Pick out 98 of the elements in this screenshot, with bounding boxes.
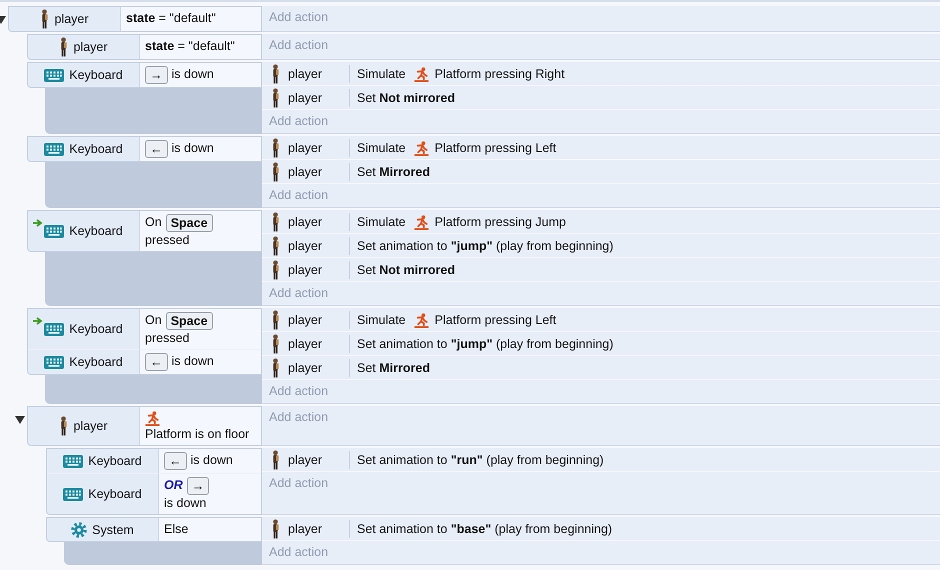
figure-icon [271,138,280,158]
action-text: Set animation to "jump" (play from beginning) [357,336,614,350]
action-text: Simulate [357,66,406,80]
action-text: Simulate [357,140,406,154]
action-text: Simulate [357,214,406,228]
condition-text: On [145,312,162,328]
figure-icon [271,450,280,470]
or-label: OR [164,478,183,492]
figure-icon [271,162,280,182]
action-text: Set animation to "base" (play from beginning) [357,522,612,536]
object-name: player [288,312,322,326]
condition-block[interactable]: Keyboard ← is down [27,136,262,162]
figure-icon [271,358,280,378]
keyboard-icon [63,488,84,500]
key-label: ← [145,140,168,158]
condition-text: pressed [145,330,190,346]
condition-block[interactable]: player state = "default" [8,6,262,32]
object-name: player [288,214,322,228]
key-label: ← [164,452,186,470]
figure-icon [59,416,68,436]
action-text: Platform pressing Right [434,66,565,80]
condition-block[interactable]: System Else [46,517,262,542]
action-text: Set animation to "jump" (play from beginning) [357,238,614,252]
keyboard-icon [63,454,84,468]
condition-text: state = "default" [126,10,216,26]
action-text: Set Not mirrored [357,90,455,104]
object-name: player [73,40,108,54]
object-name: Keyboard [69,142,123,156]
condition-block[interactable]: Keyboard → is down [27,62,262,88]
object-name: Keyboard [88,454,142,468]
figure-icon [271,236,280,256]
key-label: Space [166,214,213,232]
object-name: player [288,164,322,178]
figure-icon [271,260,280,280]
figure-icon [271,334,280,354]
object-name: Keyboard [69,355,123,369]
condition-text: Platform is on floor [145,426,250,442]
figure-icon [59,37,68,57]
condition-text: pressed [145,232,190,248]
object-name: Keyboard [88,487,142,501]
figure-icon [271,310,280,330]
running-figure-icon [414,67,429,82]
object-name: Keyboard [69,322,123,336]
object-name: player [288,66,322,80]
figure-icon [271,64,280,84]
action-text: Set Not mirrored [357,262,455,276]
keyboard-icon [44,356,64,368]
object-name: System [92,522,134,536]
object-name: player [288,522,322,536]
condition-text: Else [164,521,188,537]
action-text: Platform pressing Jump [434,214,566,228]
expand-arrow-icon[interactable] [15,415,25,425]
condition-block[interactable]: player state = "default" [27,34,262,60]
object-name: Keyboard [69,68,123,82]
figure-icon [271,88,280,108]
action-text: Platform pressing Left [434,312,556,326]
keyboard-icon [44,142,64,156]
condition-text: is down [164,495,206,511]
action-text: Set Mirrored [357,360,430,374]
figure-icon [40,9,50,29]
object-name: Keyboard [69,224,123,238]
gear-icon [71,522,88,538]
condition-block[interactable]: Keyboard On Space pressed [27,210,262,252]
key-label: → [145,66,168,84]
object-name: player [288,336,322,350]
object-name: player [54,12,89,26]
object-name: player [73,419,108,433]
object-name: player [288,90,322,104]
action-text: Set Mirrored [357,164,430,178]
keyboard-icon [44,68,64,82]
action-text: Set animation to "run" (play from beginning) [357,452,604,466]
object-name: player [288,262,322,276]
key-label: Space [166,312,213,330]
running-figure-icon [414,141,429,156]
condition-block[interactable]: player Platform is on floor [27,406,262,446]
action-text: Simulate [357,312,406,326]
object-name: player [288,238,322,252]
action-text: Platform pressing Left [434,140,556,154]
condition-block[interactable]: Keyboard On Space pressed Keyboard ← is down [27,308,262,375]
running-figure-icon [145,411,160,426]
running-figure-icon [414,215,429,230]
condition-text: On [145,214,162,230]
condition-text: state = "default" [145,38,235,54]
key-label: ← [145,353,168,371]
figure-icon [271,518,280,538]
figure-icon [271,212,280,232]
object-name: player [288,360,322,374]
key-label: → [186,477,210,495]
condition-text: is down [190,452,233,468]
keyboard-icon [44,322,64,336]
object-name: player [288,452,322,466]
condition-text: is down [172,140,214,156]
condition-text: is down [172,66,214,82]
running-figure-icon [414,313,429,328]
condition-text: is down [172,353,214,369]
object-name: player [288,140,322,154]
condition-block[interactable]: Keyboard ← is down Keyboard OR → is down [46,448,262,515]
keyboard-icon [44,224,64,238]
